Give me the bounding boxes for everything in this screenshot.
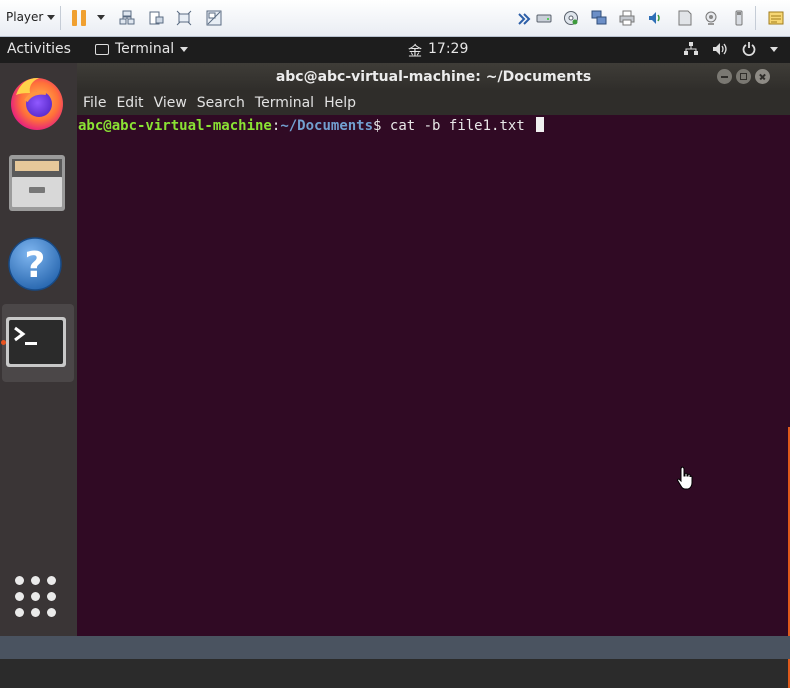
firefox-icon	[11, 77, 63, 130]
file-cabinet-icon	[9, 155, 65, 211]
terminal-output[interactable]: abc@abc-virtual-machine:~/Documents$ cat…	[77, 115, 790, 688]
chevron-down-icon[interactable]	[97, 15, 105, 20]
send-ctrl-alt-del-icon[interactable]	[119, 10, 135, 26]
message-log-icon[interactable]	[768, 10, 784, 26]
clock-day: 金	[408, 44, 422, 60]
maximize-icon[interactable]	[736, 69, 751, 84]
terminal-window: abc@abc-virtual-machine: ~/Documents Fil…	[77, 63, 790, 688]
menu-search[interactable]: Search	[197, 95, 245, 111]
dock: ?	[0, 63, 77, 636]
chevron-down-icon	[770, 46, 778, 52]
hand-pointer-icon	[677, 466, 693, 490]
clock[interactable]: 金 17:29	[408, 41, 468, 61]
prompt-symbol: $	[373, 118, 390, 134]
vm-bottom-strip	[0, 636, 790, 659]
text-cursor	[536, 117, 545, 132]
camera-icon[interactable]	[703, 10, 719, 26]
player-menu[interactable]: Player	[6, 10, 56, 24]
toolbar-divider	[755, 6, 756, 30]
menu-terminal[interactable]: Terminal	[255, 95, 314, 111]
dock-item-terminal[interactable]	[1, 304, 74, 382]
hard-disk-icon[interactable]	[536, 10, 552, 26]
app-menu-label: Terminal	[115, 41, 175, 57]
help-icon: ?	[8, 237, 62, 291]
show-applications-icon[interactable]	[15, 576, 57, 618]
dock-item-files[interactable]	[0, 143, 77, 221]
vmware-toolbar: Player	[0, 0, 790, 37]
menu-view[interactable]: View	[154, 95, 187, 111]
system-menu[interactable]	[684, 42, 778, 56]
pause-icon[interactable]	[72, 10, 86, 26]
chevron-down-icon	[47, 14, 56, 20]
minimize-icon[interactable]	[717, 69, 732, 84]
activities-button[interactable]: Activities	[7, 41, 71, 57]
network-icon	[684, 42, 698, 55]
floppy-icon[interactable]	[676, 10, 692, 26]
terminal-menubar: File Edit View Search Terminal Help	[77, 91, 790, 115]
dock-item-firefox[interactable]	[0, 65, 77, 143]
forward-icon[interactable]	[516, 11, 532, 27]
window-titlebar[interactable]: abc@abc-virtual-machine: ~/Documents	[77, 63, 790, 91]
dock-item-help[interactable]: ?	[0, 223, 77, 301]
menu-help[interactable]: Help	[324, 95, 356, 111]
unity-icon[interactable]	[206, 10, 222, 26]
cd-drive-icon[interactable]	[563, 10, 579, 26]
menu-edit[interactable]: Edit	[116, 95, 143, 111]
window-title: abc@abc-virtual-machine: ~/Documents	[275, 69, 592, 85]
prompt-line: abc@abc-virtual-machine:~/Documents$ cat…	[78, 117, 790, 135]
snapshot-icon[interactable]	[148, 10, 164, 26]
chevron-down-icon	[180, 46, 189, 52]
usb-icon[interactable]	[731, 10, 747, 26]
terminal-icon	[6, 317, 66, 367]
player-menu-label: Player	[6, 10, 44, 24]
volume-icon	[713, 43, 727, 55]
network-adapter-icon[interactable]	[591, 10, 607, 26]
clock-time: 17:29	[428, 41, 469, 57]
prompt-user: abc@abc-virtual-machine	[78, 118, 272, 134]
fullscreen-icon[interactable]	[176, 10, 192, 26]
window-controls	[717, 69, 770, 84]
menu-file[interactable]: File	[83, 95, 106, 111]
sound-card-icon[interactable]	[647, 10, 663, 26]
close-icon[interactable]	[755, 69, 770, 84]
toolbar-divider	[60, 6, 61, 30]
svg-text:?: ?	[25, 245, 46, 286]
command-text: cat -b file1.txt	[389, 118, 534, 134]
terminal-app-icon	[95, 43, 109, 55]
printer-icon[interactable]	[619, 10, 635, 26]
prompt-path: ~/Documents	[280, 118, 374, 134]
power-icon	[742, 42, 756, 56]
gnome-top-bar: Activities Terminal 金 17:29	[0, 37, 790, 63]
app-menu[interactable]: Terminal	[95, 41, 189, 57]
